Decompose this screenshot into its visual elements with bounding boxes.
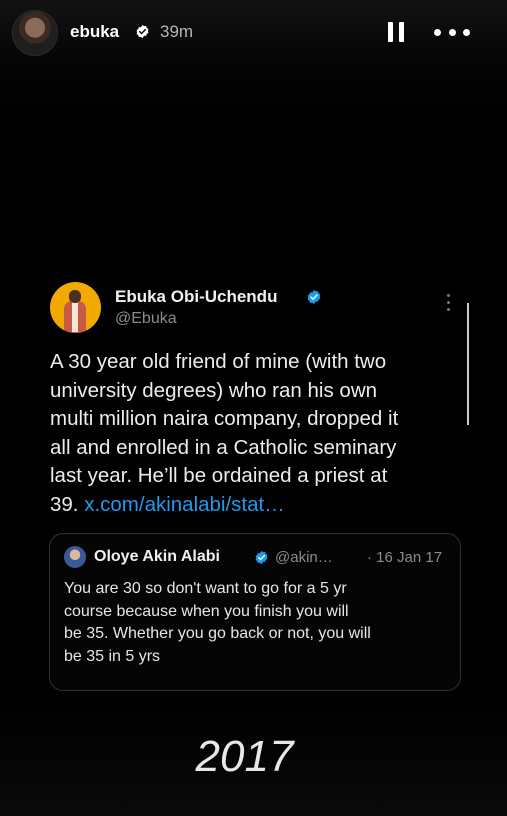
tweet-text-line: A 30 year old friend of mine (with two (50, 350, 387, 373)
quoted-tweet-card: Oloye Akin Alabi @akin… · 16 Jan 17 You … (49, 533, 461, 691)
quoted-author-name: Oloye Akin Alabi (94, 548, 220, 565)
story-time: 39m (160, 22, 194, 41)
tweet-more-icon (447, 294, 451, 312)
story-header: ebuka 39m (0, 0, 507, 64)
tweet-text: A 30 year old friend of mine (with two u… (50, 348, 470, 520)
story-username[interactable]: ebuka (70, 22, 119, 42)
quoted-tweet-text: You are 30 so don't want to go for a 5 y… (64, 578, 448, 668)
quoted-text-line: be 35 in 5 yrs (64, 647, 161, 665)
tweet-author-handle: @Ebuka (115, 310, 177, 327)
quoted-author-avatar (64, 546, 86, 568)
verified-badge-icon (255, 550, 268, 565)
quoted-text-line: You are 30 so don't want to go for a 5 y… (64, 580, 347, 597)
pause-icon[interactable] (388, 22, 406, 42)
tweet-text-line: university degrees) who ran his own (50, 378, 378, 402)
tweet-text-line: last year. He’ll be ordained a priest at (50, 464, 388, 488)
tweet-text-line: multi million naira company, dropped it (50, 407, 399, 431)
tweet-text-line: all and enrolled in a Catholic seminary (50, 435, 397, 459)
quoted-text-line: course because when you finish you will (64, 602, 349, 620)
more-options-icon[interactable] (434, 24, 470, 40)
verified-badge-icon (136, 24, 149, 39)
quoted-author-handle: @akin… (275, 549, 333, 566)
verified-badge-icon (307, 290, 321, 304)
quoted-tweet-date: · 16 Jan 17 (367, 549, 443, 566)
story-caption: 2017 (195, 732, 294, 781)
tweet-author-avatar (50, 282, 101, 333)
tweet-link: x.com/akinalabi/stat… (84, 492, 285, 516)
tweet-text-line-last: 39. x.com/akinalabi/stat… (50, 491, 470, 520)
quoted-text-line: be 35. Whether you go back or not, you w… (64, 625, 371, 642)
tweet-text-line: 39. (50, 492, 79, 516)
tweet-author-name: Ebuka Obi-Uchendu (115, 287, 278, 306)
story-avatar[interactable] (12, 10, 58, 56)
